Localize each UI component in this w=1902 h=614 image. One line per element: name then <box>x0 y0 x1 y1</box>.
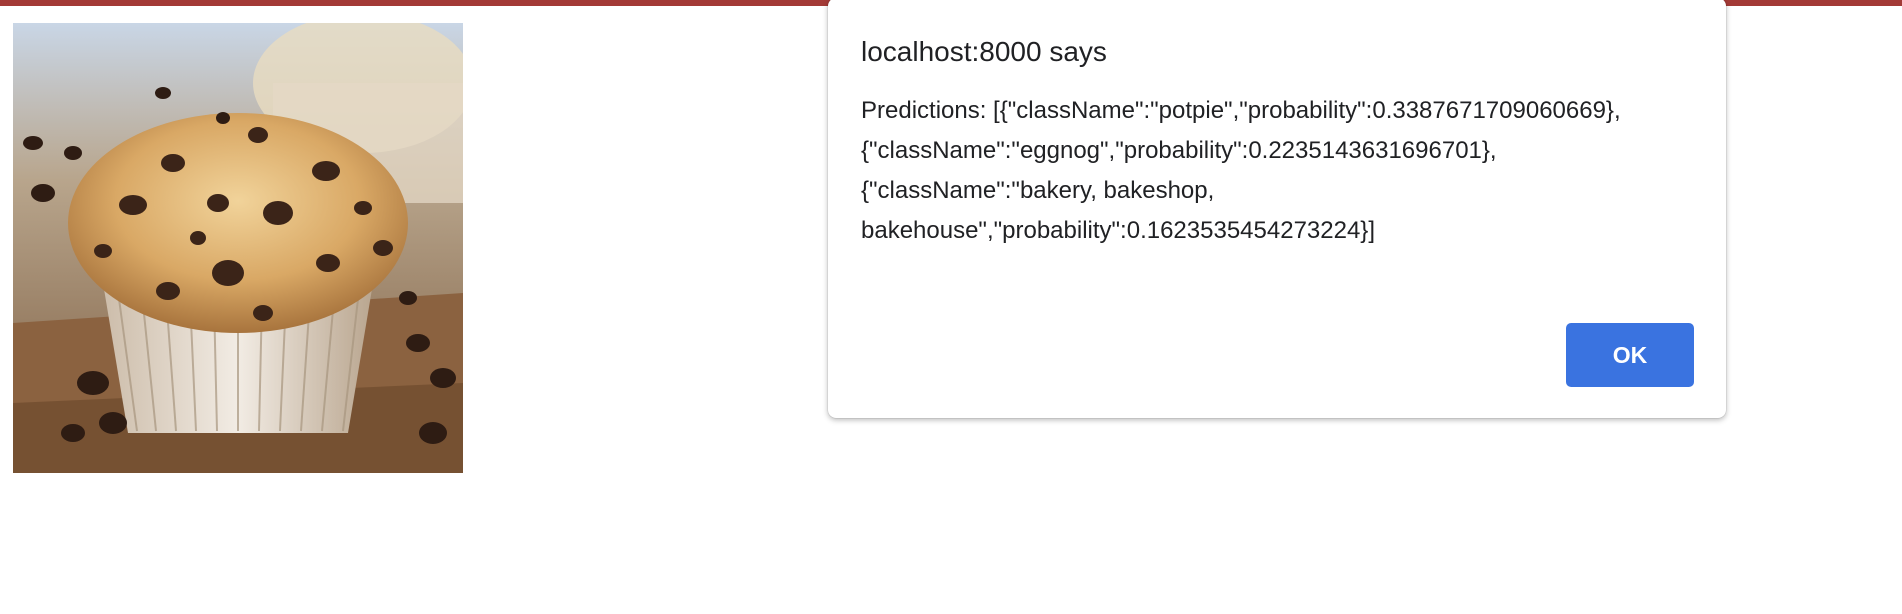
alert-dialog: localhost:8000 says Predictions: [{"clas… <box>828 0 1726 418</box>
dialog-title: localhost:8000 says <box>861 36 1107 67</box>
dialog-message: Predictions: [{"className":"potpie","pro… <box>861 91 1701 251</box>
dialog-message-line: {"className":"bakery, bakeshop, <box>861 177 1215 204</box>
page: localhost:8000 says Predictions: [{"clas… <box>0 0 1902 614</box>
dialog-message-line: Predictions: [{"className":"potpie","pro… <box>861 97 1621 124</box>
muffin-image <box>13 23 463 473</box>
ok-button[interactable]: OK <box>1566 323 1694 387</box>
dialog-message-line: bakehouse","probability":0.1623535454273… <box>861 217 1375 244</box>
dialog-message-line: {"className":"eggnog","probability":0.22… <box>861 137 1497 164</box>
